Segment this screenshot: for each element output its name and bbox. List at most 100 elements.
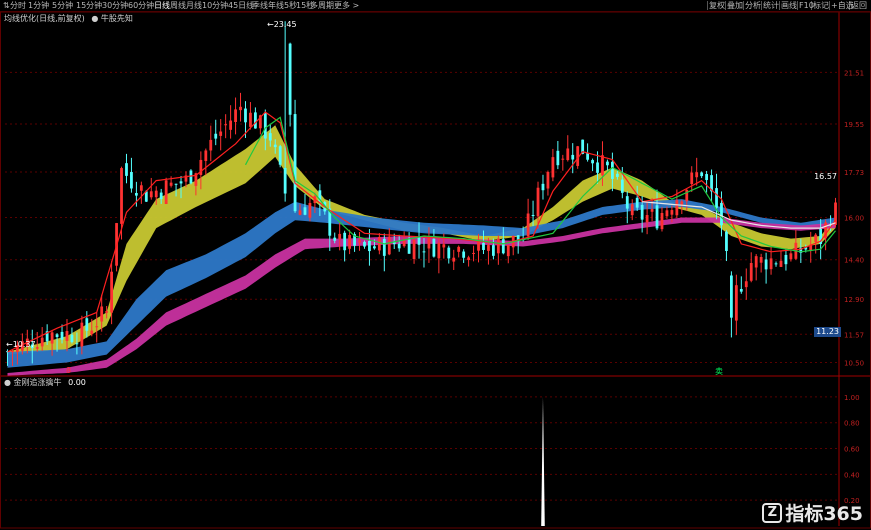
candle-body <box>482 242 485 250</box>
candle-body <box>749 263 753 281</box>
candle-body <box>571 154 575 160</box>
candle-body <box>779 260 783 267</box>
last-price-badge: 16.57 <box>814 172 837 181</box>
sub-y-tick-label: 0.80 <box>844 420 860 428</box>
candle-body <box>70 334 74 343</box>
candle-body <box>189 170 193 184</box>
signal-marker: 8 <box>66 366 72 375</box>
candle-body <box>551 157 555 178</box>
watermark: Z 指标365 <box>762 499 863 526</box>
candle-body <box>120 168 123 224</box>
candle-body <box>343 232 347 251</box>
candle-body <box>134 193 138 196</box>
candle-body <box>40 337 44 347</box>
candle-body <box>11 350 14 353</box>
candle-body <box>139 185 143 191</box>
candle-body <box>288 43 292 115</box>
candle-body <box>95 326 99 328</box>
candle-body <box>670 210 674 215</box>
candle-body <box>35 347 39 349</box>
candle-body <box>556 150 560 166</box>
candle-body <box>110 271 114 313</box>
candle-body <box>759 256 763 263</box>
candle-body <box>586 153 590 160</box>
candle-body <box>541 183 545 191</box>
candle-body <box>154 190 158 198</box>
sub-y-tick-label: 0.40 <box>844 471 860 479</box>
main-indicator-extra: ● 牛股先知 <box>91 14 133 23</box>
candle-body <box>164 180 168 205</box>
candle-body <box>85 318 89 331</box>
y-tick-label: 12.90 <box>844 296 864 304</box>
candle-body <box>566 148 570 161</box>
candle-body <box>283 167 287 194</box>
sub-y-tick-label: 0.60 <box>844 446 860 454</box>
candle-body <box>715 188 718 208</box>
candle-body <box>665 210 669 217</box>
stock-chart-app: ⇅ 分时 1分钟 5分钟 15分钟 30分钟 60分钟 日线 周线 月线 10分钟 45日线 季线 年线 5… <box>0 0 871 530</box>
candle-body <box>239 106 242 111</box>
candle-body <box>338 233 342 240</box>
candle-body <box>635 197 639 208</box>
candle-body <box>244 108 247 123</box>
candle-body <box>363 241 366 247</box>
candle-body <box>278 146 282 165</box>
y-tick-label: 11.57 <box>844 331 864 339</box>
y-tick-label: 19.55 <box>844 121 864 129</box>
candle-body <box>308 202 312 218</box>
candle-body <box>467 257 471 261</box>
low-price-tip: ←10.37 <box>6 340 36 349</box>
candle-body <box>531 215 535 217</box>
candle-body <box>725 231 728 251</box>
candle-body <box>784 254 788 265</box>
candle-body <box>224 124 228 126</box>
y-tick-label: 10.50 <box>844 359 864 367</box>
candle-body <box>293 114 297 212</box>
candle-body <box>174 183 178 185</box>
candle-body <box>100 306 104 322</box>
candle-body <box>437 242 441 259</box>
sub-indicator-legend[interactable]: ● 金刚追涨擒牛 0.00 <box>4 377 86 388</box>
candle-body <box>606 161 609 166</box>
candle-body <box>754 256 758 268</box>
candle-body <box>496 238 500 254</box>
sub-indicator-name: ● 金刚追涨擒牛 <box>4 378 62 387</box>
y-tick-label: 21.51 <box>844 69 864 77</box>
high-price-tip: ←23.45 <box>267 20 297 29</box>
candle-body <box>774 263 778 265</box>
candle-body <box>462 251 466 258</box>
candle-body <box>506 244 510 257</box>
low-tip-arrow: ← <box>6 340 13 349</box>
candle-body <box>814 234 818 242</box>
candle-body <box>690 172 694 185</box>
main-indicator-legend[interactable]: 均线优化(日线,前复权) ● 牛股先知 <box>4 13 133 24</box>
candle-body <box>650 209 654 212</box>
candle-body <box>546 172 550 189</box>
signal-spike-0 <box>541 396 545 526</box>
candle-body <box>397 243 401 249</box>
candle-body <box>501 239 505 254</box>
candle-body <box>660 212 664 230</box>
candle-body <box>591 160 594 164</box>
candle-body <box>447 247 451 259</box>
kline-chart[interactable]: 21.51 19.55 17.73 16.00 14.40 12.90 11.57 10.50… <box>0 0 871 530</box>
candle-body <box>130 172 133 189</box>
candle-body <box>526 213 530 237</box>
sub-y-tick-label: 1.00 <box>844 394 860 402</box>
candle-body <box>615 173 619 177</box>
sell-marker: 卖 <box>715 367 723 376</box>
candle-body <box>253 112 257 129</box>
candle-body <box>105 311 109 313</box>
low-tip-value: 10.37 <box>12 340 36 349</box>
candle-body <box>769 258 773 270</box>
candle-body <box>358 240 361 243</box>
candle-body <box>680 201 684 205</box>
candle-body <box>377 236 381 251</box>
candle-body <box>249 112 252 127</box>
candle-body <box>159 192 163 200</box>
candle-body <box>744 281 748 288</box>
candle-body <box>407 239 411 254</box>
candle-body <box>734 285 738 321</box>
candle-body <box>561 158 565 160</box>
candle-body <box>169 182 173 186</box>
